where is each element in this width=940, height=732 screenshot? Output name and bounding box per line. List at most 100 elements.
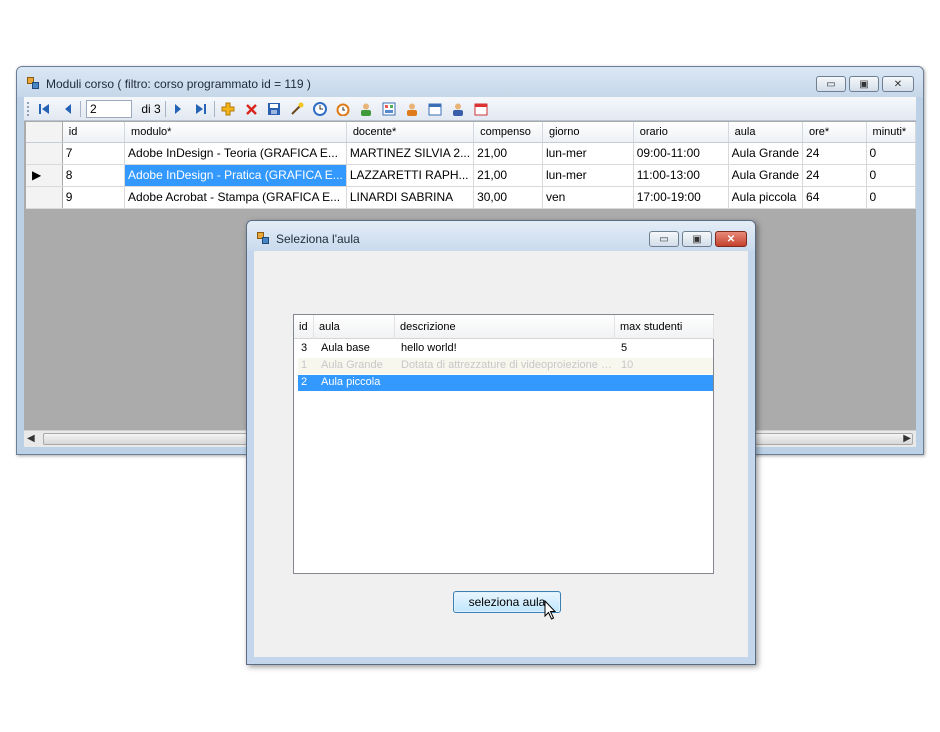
- list-item[interactable]: 1 Aula Grande Dotata di attrezzature di …: [298, 358, 713, 374]
- cell-orario[interactable]: 11:00-13:00: [633, 164, 729, 187]
- user3-icon[interactable]: [450, 101, 466, 117]
- column-header[interactable]: descrizione: [395, 315, 615, 339]
- move-first-icon[interactable]: [36, 101, 52, 117]
- column-header[interactable]: id: [294, 315, 314, 339]
- column-header[interactable]: giorno: [542, 122, 634, 143]
- app-icon: [27, 77, 39, 89]
- toolbar-grip[interactable]: [27, 102, 30, 116]
- add-icon[interactable]: [220, 101, 236, 117]
- cell-docente[interactable]: LINARDI SABRINA: [346, 186, 475, 209]
- cell-id[interactable]: 8: [62, 164, 126, 187]
- delete-icon[interactable]: [243, 101, 259, 117]
- cell-aula[interactable]: Aula Grande: [728, 164, 804, 187]
- cell-giorno[interactable]: lun-mer: [542, 164, 634, 187]
- row-header[interactable]: [26, 186, 63, 209]
- list-item[interactable]: 2 Aula piccola: [298, 375, 713, 391]
- column-header[interactable]: max studenti: [615, 315, 714, 339]
- item-descrizione: hello world!: [401, 342, 457, 354]
- rooms-listview[interactable]: id aula descrizione max studenti 3 Aula …: [293, 314, 714, 574]
- grid-header-row: id modulo* docente* compenso giorno orar…: [26, 122, 917, 143]
- user2-icon[interactable]: [404, 101, 420, 117]
- cell-ore[interactable]: 64: [802, 186, 867, 209]
- cell-id[interactable]: 7: [62, 142, 126, 165]
- cell-docente[interactable]: LAZZARETTI RAPH...: [346, 164, 475, 187]
- cell-modulo[interactable]: Adobe Acrobat - Stampa (GRAFICA E...: [124, 186, 347, 209]
- dialog-titlebar[interactable]: Seleziona l'aula ▭ ▣ ✕: [247, 221, 755, 251]
- row-header-corner[interactable]: [26, 122, 63, 143]
- save-icon[interactable]: [266, 101, 282, 117]
- cell-aula[interactable]: Aula piccola: [728, 186, 804, 209]
- cell-minuti[interactable]: 0: [866, 186, 917, 209]
- mouse-cursor-icon: [544, 600, 557, 620]
- table-row[interactable]: 7 Adobe InDesign - Teoria (GRAFICA E... …: [26, 142, 917, 165]
- cell-minuti[interactable]: 0: [866, 142, 917, 165]
- row-header[interactable]: [26, 142, 63, 165]
- table-row[interactable]: 9 Adobe Acrobat - Stampa (GRAFICA E... L…: [26, 186, 917, 209]
- item-max: 5: [621, 342, 628, 354]
- cell-compenso[interactable]: 21,00: [473, 142, 543, 165]
- column-header[interactable]: id: [62, 122, 126, 143]
- table-row[interactable]: ▶ 8 Adobe InDesign - Pratica (GRAFICA E.…: [26, 164, 917, 187]
- move-previous-icon[interactable]: [60, 101, 76, 117]
- column-header[interactable]: compenso: [473, 122, 543, 143]
- toolbar-separator: [165, 101, 166, 117]
- cell-aula[interactable]: Aula Grande: [728, 142, 804, 165]
- calendar-icon[interactable]: [427, 101, 443, 117]
- cell-giorno[interactable]: lun-mer: [542, 142, 634, 165]
- cell-minuti[interactable]: 0: [866, 164, 917, 187]
- cell-orario[interactable]: 09:00-11:00: [633, 142, 729, 165]
- main-window-title: Moduli corso ( filtro: corso programmato…: [46, 77, 311, 91]
- close-button[interactable]: ✕: [715, 231, 747, 247]
- item-id: 3: [301, 342, 308, 354]
- clock-icon[interactable]: [312, 101, 328, 117]
- count-label: di 3: [141, 102, 161, 116]
- select-room-dialog: Seleziona l'aula ▭ ▣ ✕ id aula descrizio…: [246, 220, 756, 665]
- binding-navigator-toolbar: 2 di 3: [24, 97, 916, 121]
- wand-icon[interactable]: [289, 101, 305, 117]
- cell-compenso[interactable]: 21,00: [473, 164, 543, 187]
- cell-id[interactable]: 9: [62, 186, 126, 209]
- column-header[interactable]: ore*: [802, 122, 867, 143]
- dialog-client-area: id aula descrizione max studenti 3 Aula …: [254, 251, 748, 657]
- toolbar-separator: [214, 101, 215, 117]
- cell-compenso[interactable]: 30,00: [473, 186, 543, 209]
- calendar2-icon[interactable]: [473, 101, 489, 117]
- main-titlebar[interactable]: Moduli corso ( filtro: corso programmato…: [17, 67, 923, 97]
- item-id: 1: [301, 359, 308, 371]
- scroll-right-icon[interactable]: ▶: [903, 433, 911, 444]
- cell-giorno[interactable]: ven: [542, 186, 634, 209]
- current-row-indicator[interactable]: ▶: [26, 164, 63, 187]
- minimize-button[interactable]: ▭: [649, 231, 679, 247]
- move-last-icon[interactable]: [193, 101, 209, 117]
- app-icon: [257, 232, 269, 244]
- column-header[interactable]: orario: [633, 122, 729, 143]
- listview-header: id aula descrizione max studenti: [294, 315, 714, 339]
- column-header[interactable]: modulo*: [124, 122, 347, 143]
- item-aula: Aula Grande: [321, 359, 383, 371]
- cell-ore[interactable]: 24: [802, 142, 867, 165]
- maximize-button[interactable]: ▣: [849, 76, 879, 92]
- move-next-icon[interactable]: [170, 101, 186, 117]
- position-input[interactable]: 2: [86, 100, 132, 118]
- cell-docente[interactable]: MARTINEZ SILVIA 2...: [346, 142, 475, 165]
- cell-modulo[interactable]: Adobe InDesign - Teoria (GRAFICA E...: [124, 142, 347, 165]
- close-button[interactable]: ✕: [882, 76, 914, 92]
- scroll-left-icon[interactable]: ◀: [27, 433, 35, 444]
- item-descrizione: Dotata di attrezzature di videoproiezion…: [401, 359, 616, 371]
- minimize-button[interactable]: ▭: [816, 76, 846, 92]
- user-icon[interactable]: [358, 101, 374, 117]
- list-item[interactable]: 3 Aula base hello world! 5: [298, 341, 713, 357]
- column-header[interactable]: aula: [728, 122, 804, 143]
- cell-ore[interactable]: 24: [802, 164, 867, 187]
- column-header[interactable]: aula: [314, 315, 395, 339]
- column-header[interactable]: minuti*: [866, 122, 917, 143]
- item-aula: Aula base: [321, 342, 370, 354]
- grid-icon[interactable]: [381, 101, 397, 117]
- cell-modulo[interactable]: Adobe InDesign - Pratica (GRAFICA E...: [124, 164, 347, 187]
- column-header[interactable]: docente*: [346, 122, 475, 143]
- dialog-title: Seleziona l'aula: [276, 232, 360, 246]
- item-aula: Aula piccola: [321, 376, 381, 388]
- cell-orario[interactable]: 17:00-19:00: [633, 186, 729, 209]
- maximize-button[interactable]: ▣: [682, 231, 712, 247]
- alarm-icon[interactable]: [335, 101, 351, 117]
